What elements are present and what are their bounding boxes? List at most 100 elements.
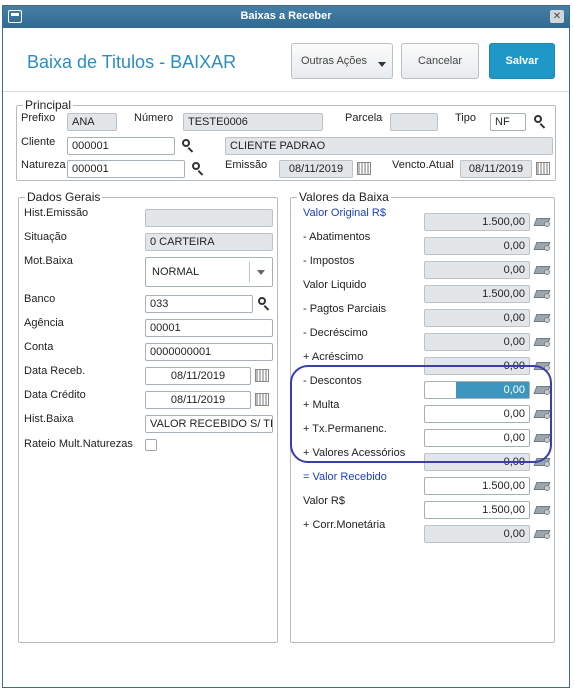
tipo-label: Tipo: [455, 112, 476, 124]
chevron-down-icon: [257, 270, 265, 275]
valores-row-field[interactable]: 0,00: [424, 405, 530, 423]
money-icon[interactable]: [533, 216, 551, 228]
title-bar: Baixas a Receber ✕: [3, 6, 569, 28]
money-icon[interactable]: [533, 408, 551, 420]
parcela-field[interactable]: [390, 113, 438, 131]
parcela-label: Parcela: [345, 112, 383, 124]
money-icon[interactable]: [533, 432, 551, 444]
money-icon[interactable]: [533, 384, 551, 396]
valores-row-label: Valor Original R$: [303, 207, 386, 219]
numero-field[interactable]: TESTE0006: [183, 113, 323, 131]
cliente-label: Cliente: [21, 136, 56, 148]
valores-row-field[interactable]: 0,00: [424, 309, 530, 327]
mot-baixa-label: Mot.Baixa: [24, 255, 73, 267]
money-icon[interactable]: [533, 480, 551, 492]
valores-row-label: + Acréscimo: [303, 351, 364, 363]
valores-row-field[interactable]: 0,00: [424, 525, 530, 543]
valores-row-field[interactable]: 0,00: [424, 261, 530, 279]
money-icon[interactable]: [533, 288, 551, 300]
valores-row-label: - Pagtos Parciais: [303, 303, 387, 315]
data-receb-label: Data Receb.: [24, 365, 86, 377]
money-icon[interactable]: [533, 504, 551, 516]
valores-row-field[interactable]: 0,00: [424, 453, 530, 471]
agencia-field[interactable]: 00001: [145, 319, 273, 337]
prefixo-label: Prefixo: [21, 112, 56, 124]
save-button[interactable]: Salvar: [489, 43, 555, 79]
close-icon[interactable]: ✕: [550, 10, 564, 23]
money-icon[interactable]: [533, 360, 551, 372]
outras-acoes-button[interactable]: Outras Ações: [291, 43, 393, 79]
natureza-field[interactable]: 000001: [67, 160, 185, 178]
valores-row-label: + Multa: [303, 399, 340, 411]
valores-row-field[interactable]: 1.500,00: [424, 477, 530, 495]
dados-gerais-title: Dados Gerais: [25, 190, 103, 204]
search-icon[interactable]: [181, 138, 195, 153]
cliente-nome-field[interactable]: CLIENTE PADRAO: [225, 137, 553, 155]
situacao-label: Situação: [24, 231, 67, 243]
valores-baixa-group: Valores da Baixa Valor Original R$ 1.500,…: [290, 190, 555, 643]
valores-row-label: Valor R$: [303, 495, 345, 507]
cliente-field[interactable]: 000001: [67, 137, 175, 155]
data-receb-field[interactable]: 08/11/2019: [145, 367, 251, 385]
money-icon[interactable]: [533, 528, 551, 540]
valores-row-label: - Descontos: [303, 375, 362, 387]
money-icon[interactable]: [533, 456, 551, 468]
conta-label: Conta: [24, 341, 54, 353]
valores-row-label: + Corr.Monetária: [303, 519, 386, 531]
valores-row-field[interactable]: 0,00: [424, 381, 530, 399]
principal-group: Principal Prefixo ANA Número TESTE0006 P…: [16, 98, 556, 181]
emissao-field[interactable]: 08/11/2019: [279, 160, 353, 178]
data-credito-label: Data Crédito: [24, 389, 86, 401]
search-icon[interactable]: [191, 161, 205, 176]
banco-field[interactable]: 033: [145, 295, 253, 313]
natureza-label: Natureza: [21, 159, 66, 171]
valores-row-label: = Valor Recebido: [303, 471, 387, 483]
cancel-button[interactable]: Cancelar: [401, 43, 479, 79]
hist-baixa-label: Hist.Baixa: [24, 413, 74, 425]
valores-row-field[interactable]: 0,00: [424, 333, 530, 351]
emissao-label: Emissão: [225, 159, 268, 171]
valores-row-label: - Decréscimo: [303, 327, 368, 339]
calendar-icon[interactable]: [255, 393, 269, 406]
conta-field[interactable]: 0000000001: [145, 343, 273, 361]
dados-gerais-group: Dados Gerais Hist.Emissão Situação 0 CAR…: [18, 190, 278, 643]
calendar-icon[interactable]: [536, 162, 550, 175]
hist-emissao-field[interactable]: [145, 209, 273, 227]
money-icon[interactable]: [533, 240, 551, 252]
hist-emissao-label: Hist.Emissão: [24, 207, 89, 219]
valores-row-field[interactable]: 0,00: [424, 429, 530, 447]
vencto-label: Vencto.Atual: [392, 159, 454, 171]
calendar-icon[interactable]: [255, 369, 269, 382]
chevron-down-icon: [378, 62, 386, 67]
valores-row-field[interactable]: 0,00: [424, 237, 530, 255]
money-icon[interactable]: [533, 312, 551, 324]
prefixo-field[interactable]: ANA: [67, 113, 117, 131]
situacao-field[interactable]: 0 CARTEIRA: [145, 233, 273, 251]
search-icon[interactable]: [257, 296, 271, 311]
money-icon[interactable]: [533, 264, 551, 276]
valores-row-field[interactable]: 1.500,00: [424, 285, 530, 303]
numero-label: Número: [134, 112, 174, 124]
data-credito-field[interactable]: 08/11/2019: [145, 391, 251, 409]
rateio-checkbox[interactable]: [145, 439, 157, 451]
mot-baixa-select[interactable]: NORMAL: [145, 257, 273, 287]
vencto-field[interactable]: 08/11/2019: [460, 160, 532, 178]
valores-title: Valores da Baixa: [297, 190, 391, 204]
principal-title: Principal: [23, 98, 74, 112]
page-title: Baixa de Titulos - BAIXAR: [27, 52, 237, 72]
hist-baixa-field[interactable]: VALOR RECEBIDO S/ TIT: [145, 415, 273, 433]
search-icon[interactable]: [533, 114, 547, 129]
valores-row-label: - Abatimentos: [303, 231, 371, 243]
valores-row-field[interactable]: 1.500,00: [424, 501, 530, 519]
valores-row-label: + Tx.Permanenc.: [303, 423, 387, 435]
valores-row-label: Valor Liquido: [303, 279, 367, 291]
agencia-label: Agência: [24, 317, 64, 329]
tipo-field[interactable]: NF: [490, 113, 526, 131]
money-icon[interactable]: [533, 336, 551, 348]
valores-row-field[interactable]: 1.500,00: [424, 213, 530, 231]
calendar-icon[interactable]: [357, 162, 371, 175]
mot-baixa-value: NORMAL: [152, 266, 200, 278]
valores-row-label: + Valores Acessórios: [303, 447, 406, 459]
valores-row-field[interactable]: 0,00: [424, 357, 530, 375]
dialog-window: Baixas a Receber ✕ Baixa de Titulos - BA…: [2, 5, 570, 688]
